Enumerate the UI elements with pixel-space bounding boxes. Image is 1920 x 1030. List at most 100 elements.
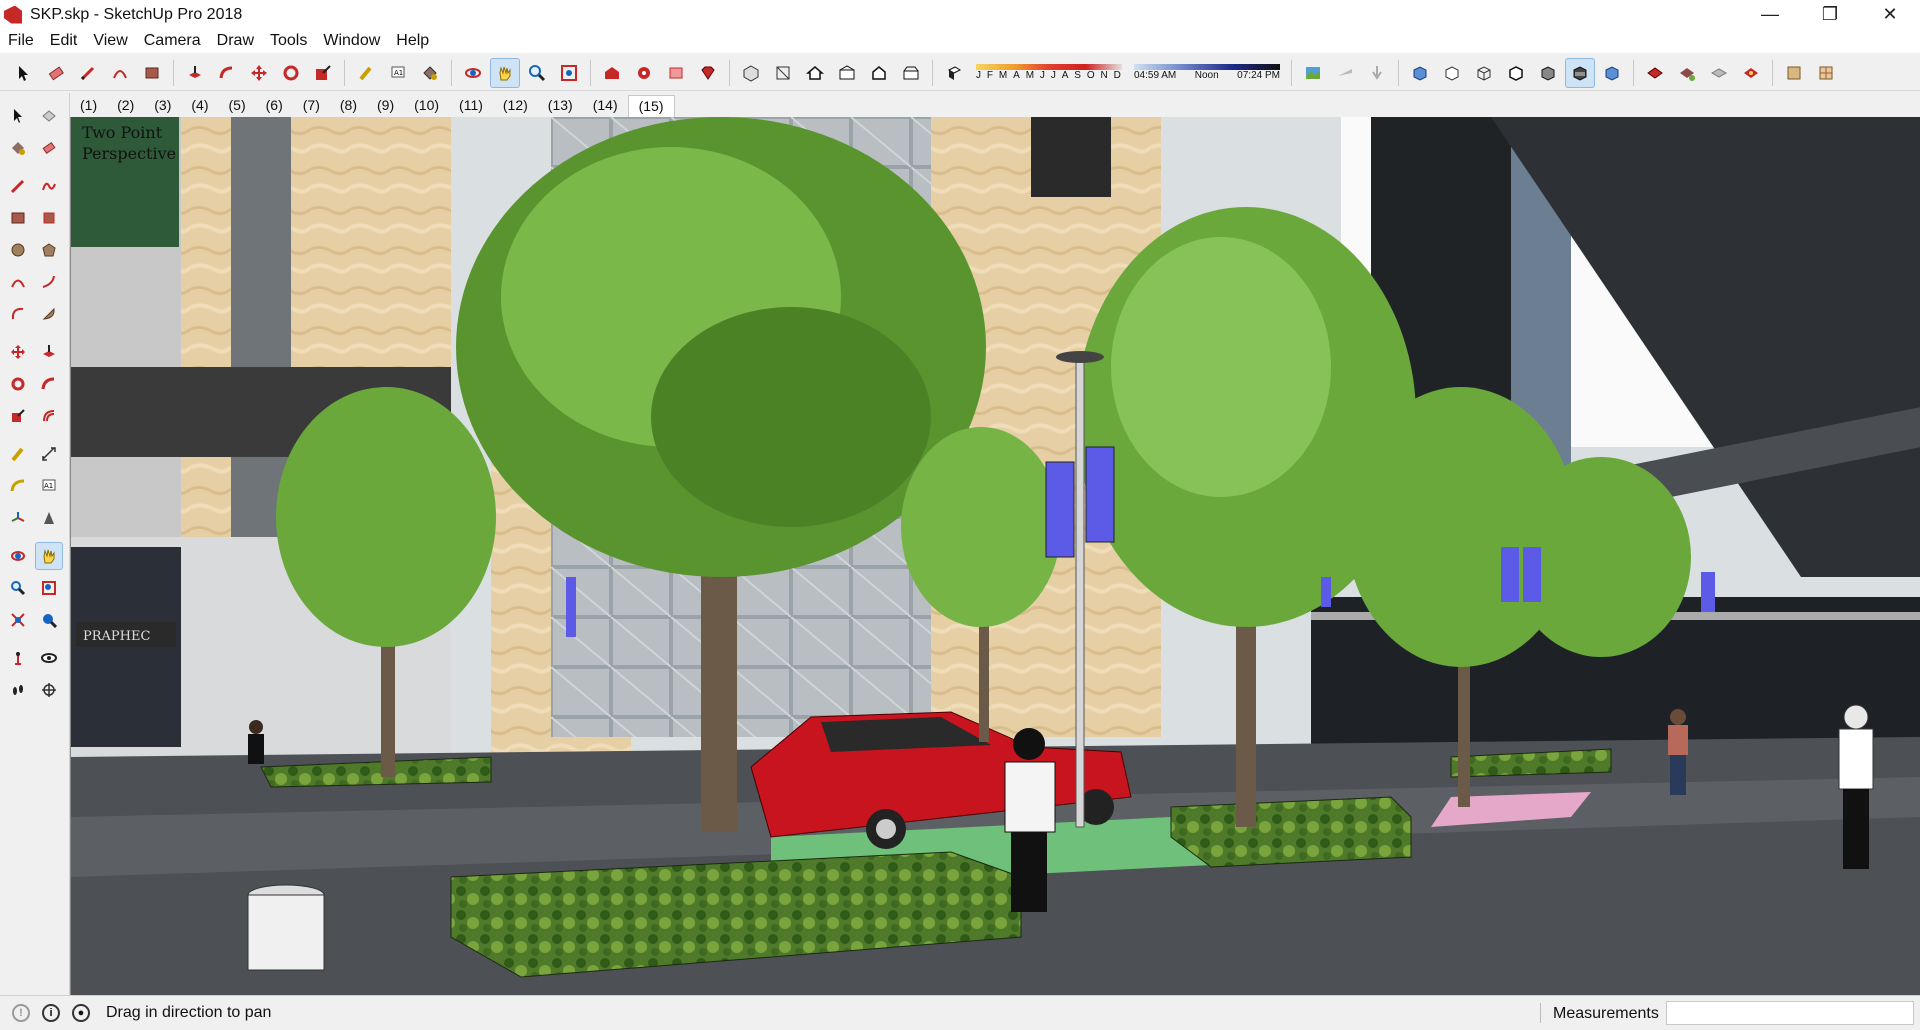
paint-bucket-tool[interactable] [5,135,31,161]
scene-tab-2[interactable]: (2) [107,95,144,117]
shadows-toggle-button[interactable] [940,59,968,87]
menu-file[interactable]: File [0,32,42,50]
make-component-button[interactable] [1641,59,1669,87]
scene-tab-10[interactable]: (10) [404,95,449,117]
scene-tab-7[interactable]: (7) [293,95,330,117]
push-pull-tool[interactable] [36,339,62,365]
eraser-tool-button[interactable] [42,59,70,87]
shaded-textures-button[interactable] [1565,57,1595,88]
select-tool-button[interactable] [10,59,38,87]
wireframe-button[interactable] [1470,59,1498,87]
two-point-arc-tool[interactable] [36,269,62,295]
zoom-button[interactable] [523,59,551,87]
freehand-tool[interactable] [36,173,62,199]
layers-button[interactable] [1705,59,1733,87]
three-point-arc-tool[interactable] [5,301,31,327]
section-plane-tool[interactable] [36,677,62,703]
outliner-button[interactable] [1673,59,1701,87]
scene-tab-12[interactable]: (12) [493,95,538,117]
zoom-window-tool[interactable] [36,575,62,601]
scene-tab-11[interactable]: (11) [449,95,493,117]
scale-tool[interactable] [5,403,31,429]
shadow-time-panel[interactable]: 04:59 AM Noon 07:24 PM [1134,58,1280,88]
sandbox-button[interactable] [1299,59,1327,87]
push-pull-button[interactable] [181,59,209,87]
menu-tools[interactable]: Tools [262,32,315,50]
scene-tab-8[interactable]: (8) [330,95,367,117]
tape-measure-tool[interactable] [5,441,31,467]
3d-text-tool[interactable] [36,505,62,531]
model-viewport[interactable]: PRAPHEC [70,117,1920,995]
scene-tab-13[interactable]: (13) [538,95,583,117]
view-right-button[interactable] [833,59,861,87]
menu-draw[interactable]: Draw [209,32,262,50]
shadow-date-panel[interactable]: JFMAMJJASOND [976,58,1122,88]
zoom-extents-tool[interactable] [5,607,31,633]
rotate-tool-button[interactable] [277,59,305,87]
scene-tab-5[interactable]: (5) [219,95,256,117]
monochrome-button[interactable] [1598,59,1626,87]
scene-tab-14[interactable]: (14) [583,95,628,117]
menu-view[interactable]: View [85,32,135,50]
extension-manager-button[interactable] [694,59,722,87]
shape-tool-button[interactable] [138,59,166,87]
offset-tool[interactable] [36,403,62,429]
arc-tool-button[interactable] [106,59,134,87]
menu-window[interactable]: Window [315,32,388,50]
select-tool[interactable] [5,103,31,129]
previous-view-tool[interactable] [36,607,62,633]
hidden-line-button[interactable] [1502,59,1530,87]
xray-button[interactable] [1406,59,1434,87]
share-model-button[interactable] [630,59,658,87]
look-around-tool[interactable] [36,645,62,671]
rotated-rectangle-tool[interactable] [36,205,62,231]
zoom-tool[interactable] [5,575,31,601]
maximize-button[interactable]: ❐ [1800,0,1860,29]
axes-tool[interactable] [5,505,31,531]
scene-tab-15[interactable]: (15) [627,95,675,117]
scene-tab-6[interactable]: (6) [256,95,293,117]
measurements-input[interactable] [1666,1001,1914,1025]
back-edges-button[interactable] [1438,59,1466,87]
menu-camera[interactable]: Camera [136,32,209,50]
view-back-button[interactable] [865,59,893,87]
view-top-button[interactable] [769,59,797,87]
view-iso-button[interactable] [737,59,765,87]
paint-bucket-button[interactable] [416,59,444,87]
credits-icon[interactable]: i [42,1004,60,1022]
polygon-tool[interactable] [36,237,62,263]
scene-tab-1[interactable]: (1) [70,95,107,117]
rectangle-tool[interactable] [5,205,31,231]
pan-tool[interactable] [35,542,63,570]
drape-button[interactable] [1363,59,1391,87]
scale-tool-button[interactable] [309,59,337,87]
geolocation-icon[interactable]: ! [12,1004,30,1022]
styles-button[interactable] [1737,59,1765,87]
pie-tool[interactable] [36,301,62,327]
close-button[interactable]: ✕ [1860,0,1920,29]
text-tool[interactable]: A1 [36,473,62,499]
scene-tab-4[interactable]: (4) [181,95,218,117]
tape-measure-button[interactable] [352,59,380,87]
extension-warehouse-button[interactable] [662,59,690,87]
warehouse-button[interactable] [598,59,626,87]
orbit-tool[interactable] [5,543,31,569]
line-tool[interactable] [5,173,31,199]
textures-button[interactable] [1812,59,1840,87]
pan-button[interactable] [490,57,520,88]
scene-tab-9[interactable]: (9) [367,95,404,117]
materials-button[interactable] [1780,59,1808,87]
zoom-extents-button[interactable] [555,59,583,87]
eraser-tool[interactable] [36,135,62,161]
user-account-icon[interactable]: ● [72,1004,90,1022]
walk-tool[interactable] [5,677,31,703]
rotate-tool[interactable] [5,371,31,397]
menu-edit[interactable]: Edit [42,32,86,50]
arc-tool[interactable] [5,269,31,295]
circle-tool[interactable] [5,237,31,263]
shaded-button[interactable] [1534,59,1562,87]
orbit-button[interactable] [459,59,487,87]
move-tool-button[interactable] [245,59,273,87]
position-camera-tool[interactable] [5,645,31,671]
component-tool[interactable] [36,103,62,129]
